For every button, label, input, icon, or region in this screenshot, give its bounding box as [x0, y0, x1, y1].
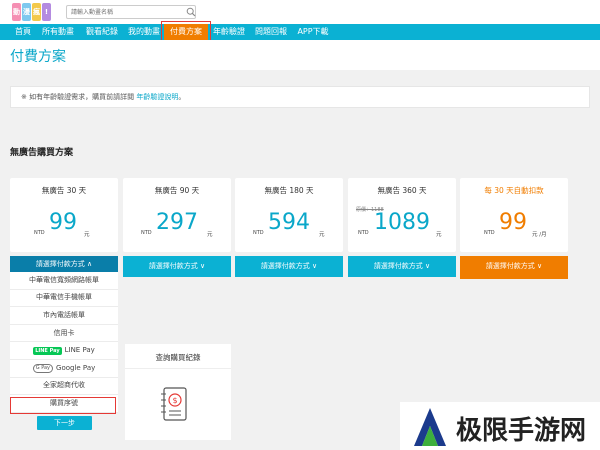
watermark-logo-icon — [414, 408, 446, 446]
plan-name: 無廣告 90 天 — [154, 186, 200, 195]
option-label: LINE Pay — [64, 346, 95, 355]
plan-unit: 元 — [207, 232, 213, 238]
plan-currency: NTD — [34, 230, 45, 236]
payment-option-serial-code[interactable]: 購買序號 — [10, 395, 118, 413]
notice-suffix: 。 — [178, 93, 186, 101]
plan-card-30: 無廣告 30 天 NTD 99 元 — [10, 178, 118, 252]
line-pay-logo-icon: LINE Pay — [33, 346, 62, 355]
nav-my-anime[interactable]: 我的動畫 — [126, 24, 162, 40]
pay-method-button-90[interactable]: 請選擇付款方式 ∨ — [123, 256, 231, 277]
nav-plans[interactable]: 付費方案 — [164, 24, 208, 40]
ledger-dollar-icon: $ — [161, 387, 187, 421]
notice-text: ※ 如有年齡驗證需求，購買前請詳閱 — [21, 93, 137, 101]
age-verify-link[interactable]: 年齡驗證說明 — [136, 93, 178, 101]
option-label: 全家超商代收 — [43, 381, 85, 390]
plan-currency: NTD — [358, 230, 369, 236]
option-label: 信用卡 — [53, 328, 75, 337]
card-divider — [125, 368, 231, 369]
option-label: 市內電話帳單 — [43, 310, 85, 319]
plan-card-monthly: 每 30 天自動扣款 NTD 99 元 /月 — [460, 178, 568, 252]
plan-card-180: 無廣告 180 天 NTD 594 元 — [235, 178, 343, 252]
age-notice: ※ 如有年齡驗證需求，購買前請詳閱 年齡驗證說明。 — [10, 86, 590, 108]
plan-price: 99 — [49, 210, 77, 235]
nav-home[interactable]: 首頁 — [10, 24, 36, 40]
section-title: 無廣告購買方案 — [10, 148, 74, 158]
watermark-text: 极限手游网 — [456, 416, 587, 446]
search-icon[interactable] — [186, 7, 196, 17]
nav-history[interactable]: 觀看紀錄 — [84, 24, 120, 40]
svg-text:$: $ — [172, 396, 177, 405]
nav-report[interactable]: 問題回報 — [253, 24, 289, 40]
plan-name: 無廣告 180 天 — [264, 186, 314, 195]
option-label: 中華電信寬頻網路帳單 — [29, 275, 99, 284]
page-title: 付費方案 — [10, 49, 66, 65]
google-pay-logo-icon: G Pay — [32, 363, 54, 373]
pay-method-button-30[interactable]: 請選擇付款方式 ∧ — [10, 256, 118, 272]
plan-price: 297 — [156, 210, 198, 235]
plan-card-360: 無廣告 360 天 原價：1188 NTD 1089 元 — [348, 178, 456, 252]
nav-age-verify[interactable]: 年齡驗證 — [211, 24, 247, 40]
payment-dropdown: 中華電信寬頻網路帳單 中華電信手機帳單 市內電話帳單 信用卡 LINE Pay L… — [10, 272, 118, 413]
plan-unit: 元 — [84, 232, 90, 238]
title-band — [0, 40, 600, 70]
plan-card-90: 無廣告 90 天 NTD 297 元 — [123, 178, 231, 252]
option-label: 中華電信手機帳單 — [36, 293, 92, 302]
pay-method-button-180[interactable]: 請選擇付款方式 ∨ — [235, 256, 343, 277]
plan-unit: 元 — [319, 232, 325, 238]
payment-option-family-mart[interactable]: 全家超商代收 — [10, 378, 118, 396]
payment-option-credit-card[interactable]: 信用卡 — [10, 325, 118, 343]
plan-price: 99 — [499, 210, 527, 235]
nav-all-anime[interactable]: 所有動畫 — [40, 24, 76, 40]
search-input[interactable] — [66, 5, 196, 19]
purchase-history-title: 查詢購買紀錄 — [155, 353, 201, 362]
plan-price: 594 — [268, 210, 310, 235]
main-nav: 首頁 所有動畫 觀看紀錄 我的動畫 付費方案 年齡驗證 問題回報 APP下載 — [0, 24, 600, 40]
plan-name: 無廣告 30 天 — [41, 186, 87, 195]
payment-option-line-pay[interactable]: LINE Pay LINE Pay — [10, 342, 118, 360]
payment-option-cht-broadband[interactable]: 中華電信寬頻網路帳單 — [10, 272, 118, 290]
next-step-button[interactable]: 下一步 — [37, 416, 92, 430]
plan-unit: 元 — [436, 232, 442, 238]
pay-method-button-360[interactable]: 請選擇付款方式 ∨ — [348, 256, 456, 277]
plan-currency: NTD — [484, 230, 495, 236]
plan-currency: NTD — [141, 230, 152, 236]
plan-unit: 元 /月 — [532, 232, 547, 238]
top-bar: 動 漫 瘋 ! — [0, 0, 600, 24]
plan-name: 每 30 天自動扣款 — [484, 186, 544, 195]
pay-method-button-monthly[interactable]: 請選擇付款方式 ∨ — [460, 256, 568, 279]
purchase-history-card[interactable]: 查詢購買紀錄 $ — [125, 344, 231, 440]
site-logo[interactable]: 動 漫 瘋 ! — [12, 3, 51, 21]
plan-currency: NTD — [253, 230, 264, 236]
plan-price: 1089 — [374, 210, 430, 235]
watermark: 极限手游网 — [400, 402, 600, 450]
plan-name: 無廣告 360 天 — [377, 186, 427, 195]
option-label: 購買序號 — [50, 398, 78, 407]
option-label: Google Pay — [56, 363, 96, 372]
payment-option-cht-mobile[interactable]: 中華電信手機帳單 — [10, 290, 118, 308]
nav-app-download[interactable]: APP下載 — [295, 24, 331, 40]
payment-option-google-pay[interactable]: G Pay Google Pay — [10, 360, 118, 378]
payment-option-landline[interactable]: 市內電話帳單 — [10, 307, 118, 325]
